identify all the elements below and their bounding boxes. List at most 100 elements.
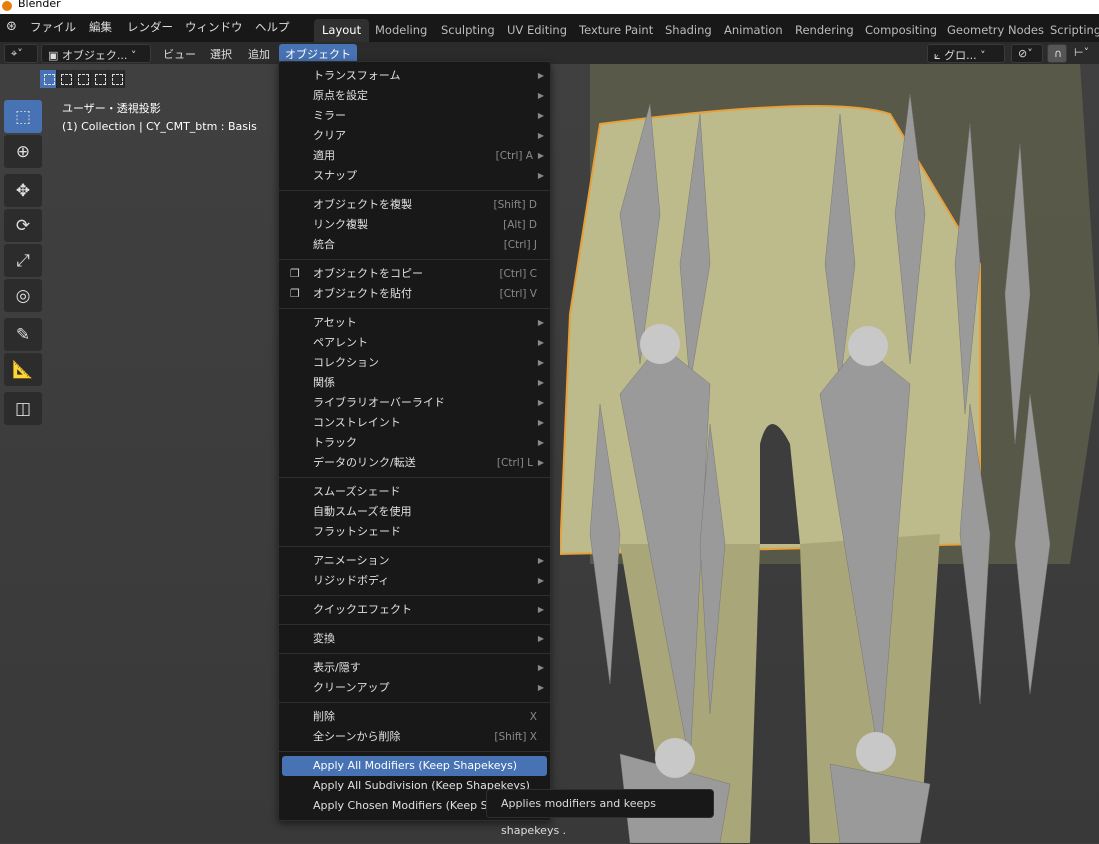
measure-tool-icon[interactable]: 📐 — [4, 353, 42, 386]
menu-separator — [279, 259, 550, 260]
tab-sculpting[interactable]: Sculpting — [433, 19, 503, 42]
snap-target-dropdown[interactable]: ⊢˅ — [1068, 44, 1095, 63]
menu-item[interactable]: 全シーンから削除[Shift] X — [282, 727, 547, 747]
menu-item[interactable]: リンク複製[Alt] D — [282, 215, 547, 235]
tab-texture-paint[interactable]: Texture Paint — [571, 19, 661, 42]
menu-separator — [279, 702, 550, 703]
tab-uv-editing[interactable]: UV Editing — [499, 19, 575, 42]
menu-render[interactable]: レンダー — [127, 19, 173, 35]
menu-item[interactable]: 表示/隠す ▶ — [282, 658, 547, 678]
menu-item-label: 表示/隠す — [313, 661, 361, 674]
select-subtract-icon[interactable] — [74, 70, 91, 88]
tab-compositing[interactable]: Compositing — [857, 19, 945, 42]
blender-logo-icon — [2, 1, 12, 11]
menu-item-label: 全シーンから削除 — [313, 730, 400, 743]
menu-select[interactable]: 選択 — [204, 44, 238, 63]
object-info: (1) Collection | CY_CMT_btm : Basis — [62, 118, 257, 136]
menu-item[interactable]: ❐オブジェクトをコピー[Ctrl] C — [282, 264, 547, 284]
menu-help[interactable]: ヘルプ — [255, 19, 290, 35]
menu-item[interactable]: 削除X — [282, 707, 547, 727]
tab-shading[interactable]: Shading — [657, 19, 720, 42]
editor-type-button[interactable]: ⌖˅ — [4, 44, 38, 63]
tab-scripting[interactable]: Scripting — [1042, 19, 1099, 42]
submenu-arrow-icon: ▶ — [538, 571, 544, 591]
menu-item-label: ライブラリオーバーライド — [313, 396, 445, 409]
orientation-label: グロ... — [944, 49, 977, 62]
tab-modeling[interactable]: Modeling — [367, 19, 435, 42]
menu-item[interactable]: アニメーション▶ — [282, 551, 547, 571]
menu-item-label: クリア — [313, 129, 346, 142]
menu-item[interactable]: スムーズシェード — [282, 482, 547, 502]
menu-item-label: データのリンク/転送 — [313, 456, 416, 469]
menu-item[interactable]: ライブラリオーバーライド▶ — [282, 393, 547, 413]
menu-item[interactable]: コレクション▶ — [282, 353, 547, 373]
character-model — [560, 64, 1099, 843]
cursor-tool-icon[interactable]: ⊕ — [4, 135, 42, 168]
submenu-arrow-icon: ▶ — [538, 600, 544, 620]
select-intersect-icon[interactable] — [108, 70, 125, 88]
menu-item[interactable]: 適用[Ctrl] A▶ — [282, 146, 547, 166]
snap-toggle-icon[interactable]: ∩ — [1047, 44, 1067, 63]
scale-tool-icon[interactable]: ⤢ — [4, 244, 42, 277]
blender-menu-icon[interactable]: ⊛ — [6, 19, 17, 34]
menu-item[interactable]: スナップ▶ — [282, 166, 547, 186]
menu-item[interactable]: データのリンク/転送[Ctrl] L▶ — [282, 453, 547, 473]
submenu-arrow-icon: ▶ — [538, 146, 544, 166]
menu-item[interactable]: クイックエフェクト▶ — [282, 600, 547, 620]
mode-dropdown[interactable]: ▣ オブジェク... ˅ — [41, 44, 151, 63]
tab-rendering[interactable]: Rendering — [787, 19, 862, 42]
menu-item[interactable]: Apply All Modifiers (Keep Shapekeys) — [282, 756, 547, 776]
menu-item[interactable]: 関係▶ — [282, 373, 547, 393]
menu-item[interactable]: フラットシェード — [282, 522, 547, 542]
menu-item[interactable]: クリア▶ — [282, 126, 547, 146]
menu-item-label: Apply All Modifiers (Keep Shapekeys) — [313, 759, 517, 772]
menu-item-label: オブジェクトを貼付 — [313, 287, 412, 300]
menu-item[interactable]: オブジェクトを複製[Shift] D — [282, 195, 547, 215]
submenu-arrow-icon: ▶ — [538, 433, 544, 453]
menu-edit[interactable]: 編集 — [89, 19, 112, 35]
submenu-arrow-icon: ▶ — [538, 551, 544, 571]
mode-label: オブジェク... — [62, 49, 128, 62]
move-tool-icon[interactable]: ✥ — [4, 174, 42, 207]
rotate-tool-icon[interactable]: ⟳ — [4, 209, 42, 242]
menu-item[interactable]: ペアレント▶ — [282, 333, 547, 353]
selection-mode-toggles[interactable] — [40, 70, 125, 88]
menu-item[interactable]: 統合[Ctrl] J — [282, 235, 547, 255]
select-new-icon[interactable] — [40, 70, 57, 88]
menu-file[interactable]: ファイル — [30, 19, 76, 35]
menu-item[interactable]: ミラー▶ — [282, 106, 547, 126]
select-extend-icon[interactable] — [57, 70, 74, 88]
menu-item[interactable]: トランスフォーム▶ — [282, 66, 547, 86]
menu-item[interactable]: 原点を設定▶ — [282, 86, 547, 106]
menu-item-label: リンク複製 — [313, 218, 368, 231]
menu-separator — [279, 653, 550, 654]
submenu-arrow-icon: ▶ — [538, 413, 544, 433]
pivot-point-dropdown[interactable]: ⊘˅ — [1011, 44, 1043, 63]
menu-item-label: オブジェクトを複製 — [313, 198, 412, 211]
add-cube-tool-icon[interactable]: ◫ — [4, 392, 42, 425]
menu-item[interactable]: トラック▶ — [282, 433, 547, 453]
transform-orientation-dropdown[interactable]: ⟀ グロ... ˅ — [927, 44, 1005, 63]
tab-layout[interactable]: Layout — [314, 19, 369, 42]
menu-item[interactable]: アセット▶ — [282, 313, 547, 333]
tooltip: Applies modifiers and keeps shapekeys . — [486, 789, 714, 818]
submenu-arrow-icon: ▶ — [538, 66, 544, 86]
menu-item-shortcut: X — [530, 707, 537, 727]
select-invert-icon[interactable] — [91, 70, 108, 88]
menu-window[interactable]: ウィンドウ — [185, 19, 243, 35]
select-box-tool-icon[interactable]: ⬚ — [4, 100, 42, 133]
menu-item-shortcut: [Ctrl] A — [496, 146, 533, 166]
menu-add[interactable]: 追加 — [242, 44, 276, 63]
menu-item[interactable]: コンストレイント▶ — [282, 413, 547, 433]
transform-tool-icon[interactable]: ◎ — [4, 279, 42, 312]
submenu-arrow-icon: ▶ — [538, 658, 544, 678]
menu-item[interactable]: クリーンアップ▶ — [282, 678, 547, 698]
menu-item[interactable]: リジッドボディ▶ — [282, 571, 547, 591]
annotate-tool-icon[interactable]: ✎ — [4, 318, 42, 351]
menu-view[interactable]: ビュー — [157, 44, 202, 63]
tab-animation[interactable]: Animation — [716, 19, 791, 42]
menu-item[interactable]: ❐オブジェクトを貼付[Ctrl] V — [282, 284, 547, 304]
menu-item[interactable]: 変換▶ — [282, 629, 547, 649]
menu-item[interactable]: 自動スムーズを使用 — [282, 502, 547, 522]
tab-geometry-nodes[interactable]: Geometry Nodes — [939, 19, 1052, 42]
